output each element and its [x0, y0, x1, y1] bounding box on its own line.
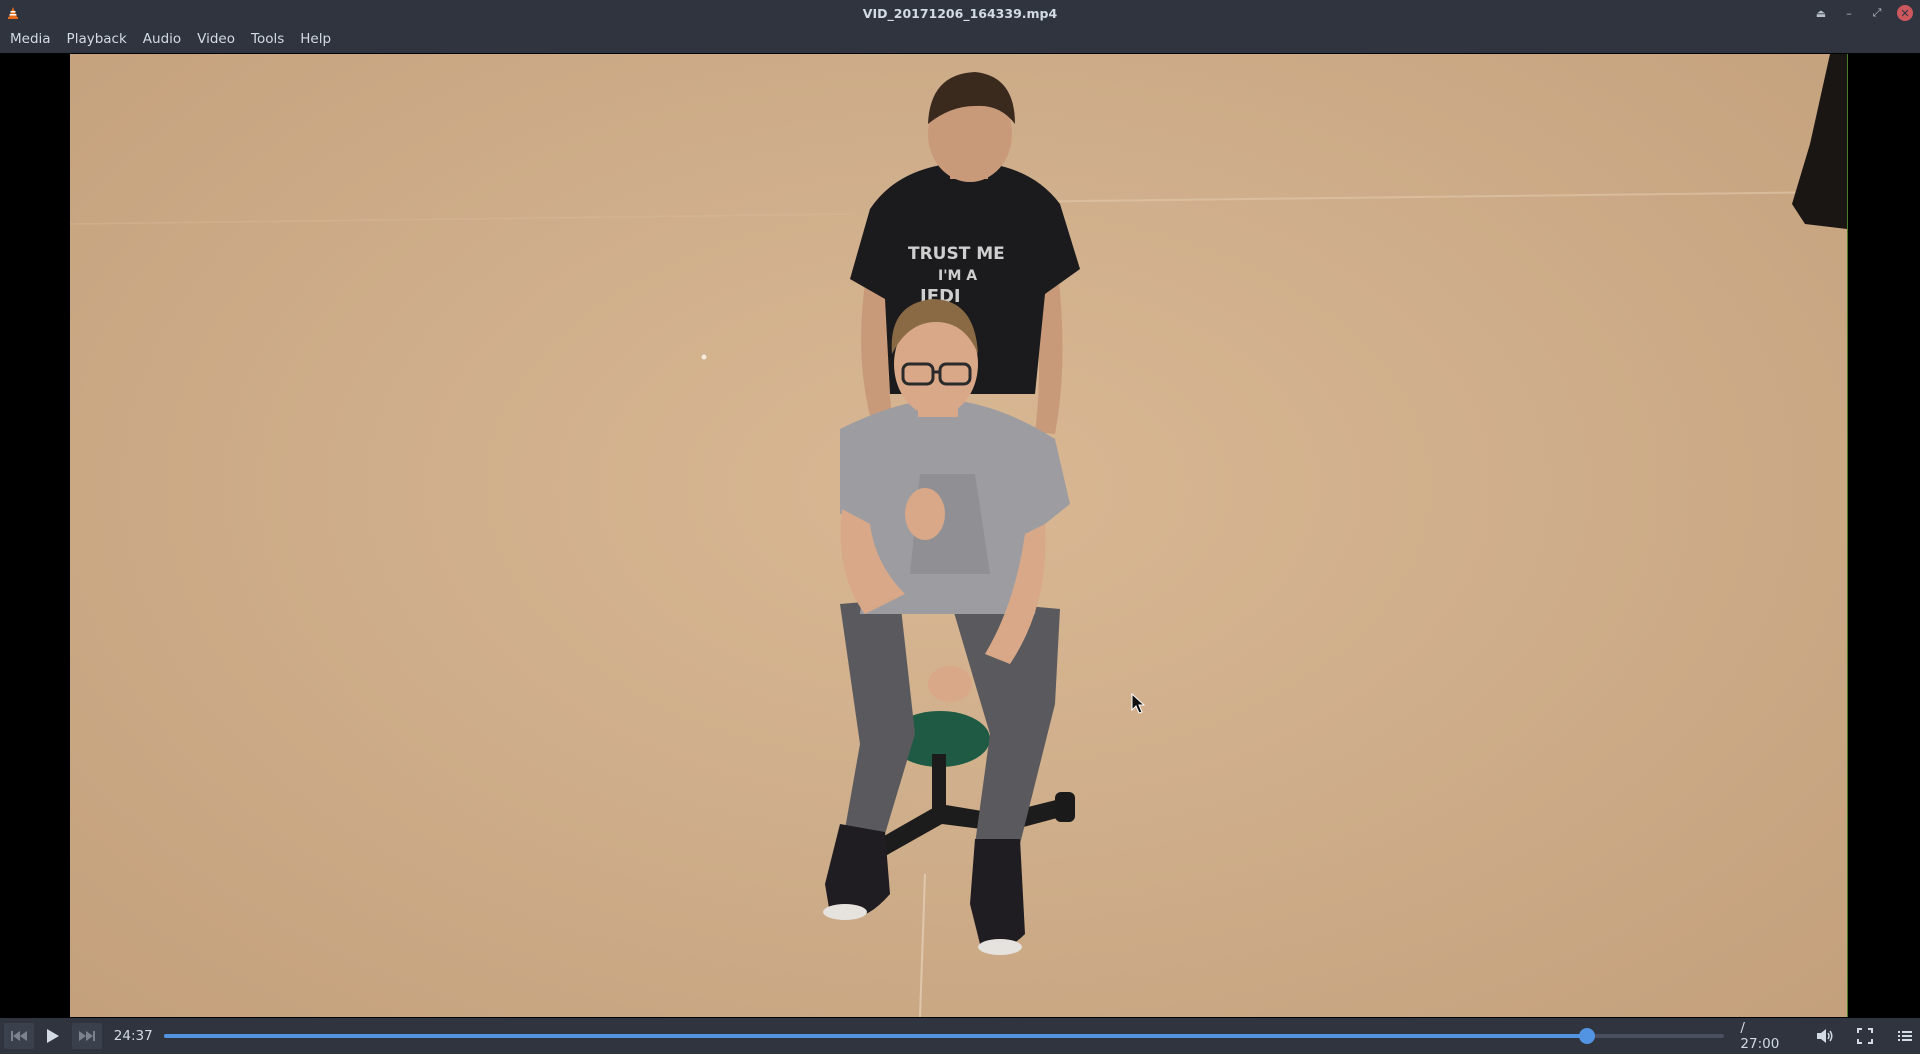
fullscreen-icon [1857, 1028, 1874, 1044]
title-bar: VID_20171206_164339.mp4 ⏏ – ⤢ ✕ [0, 0, 1920, 26]
close-button[interactable]: ✕ [1894, 3, 1916, 23]
minimize-button[interactable]: – [1838, 3, 1860, 23]
mouse-cursor [1131, 692, 1146, 714]
control-bar: 24:37 / 27:00 [0, 1018, 1920, 1054]
menu-bar: Media Playback Audio Video Tools Help [0, 26, 1920, 54]
shirt-text-1: TRUST ME [908, 244, 1005, 264]
previous-button[interactable] [4, 1023, 34, 1049]
vlc-cone-icon [8, 7, 18, 19]
fullscreen-button[interactable] [1850, 1023, 1880, 1049]
volume-button[interactable] [1810, 1023, 1840, 1049]
restore-button[interactable]: ⤢ [1866, 3, 1888, 23]
seek-slider[interactable] [163, 1028, 1725, 1044]
menu-video[interactable]: Video [189, 26, 243, 53]
menu-audio[interactable]: Audio [135, 26, 189, 53]
seek-progress [163, 1034, 1588, 1038]
seated-person [823, 299, 1070, 955]
playlist-button[interactable] [1890, 1023, 1920, 1049]
elapsed-time: 24:37 [113, 1028, 153, 1044]
next-icon [78, 1031, 95, 1041]
window-title: VID_20171206_164339.mp4 [862, 5, 1058, 21]
menu-media[interactable]: Media [2, 26, 59, 53]
menu-help[interactable]: Help [292, 26, 339, 53]
seek-handle[interactable] [1579, 1028, 1596, 1044]
eject-icon[interactable]: ⏏ [1810, 3, 1832, 23]
playlist-icon [1898, 1031, 1913, 1041]
play-icon [46, 1029, 59, 1043]
video-area[interactable]: TRUST ME I'M A JEDI [0, 53, 1920, 1018]
volume-icon [1817, 1029, 1833, 1043]
next-button[interactable] [71, 1023, 102, 1049]
previous-icon [10, 1031, 27, 1041]
play-button[interactable] [38, 1023, 68, 1049]
menu-tools[interactable]: Tools [243, 26, 292, 53]
close-icon: ✕ [1897, 5, 1913, 21]
window-controls: ⏏ – ⤢ ✕ [1810, 3, 1916, 23]
video-scene: TRUST ME I'M A JEDI [70, 54, 1847, 1017]
total-time: / 27:00 [1740, 1020, 1780, 1052]
video-frame[interactable]: TRUST ME I'M A JEDI [70, 54, 1848, 1017]
shirt-text-2: I'M A [938, 268, 977, 284]
menu-playback[interactable]: Playback [59, 26, 135, 53]
